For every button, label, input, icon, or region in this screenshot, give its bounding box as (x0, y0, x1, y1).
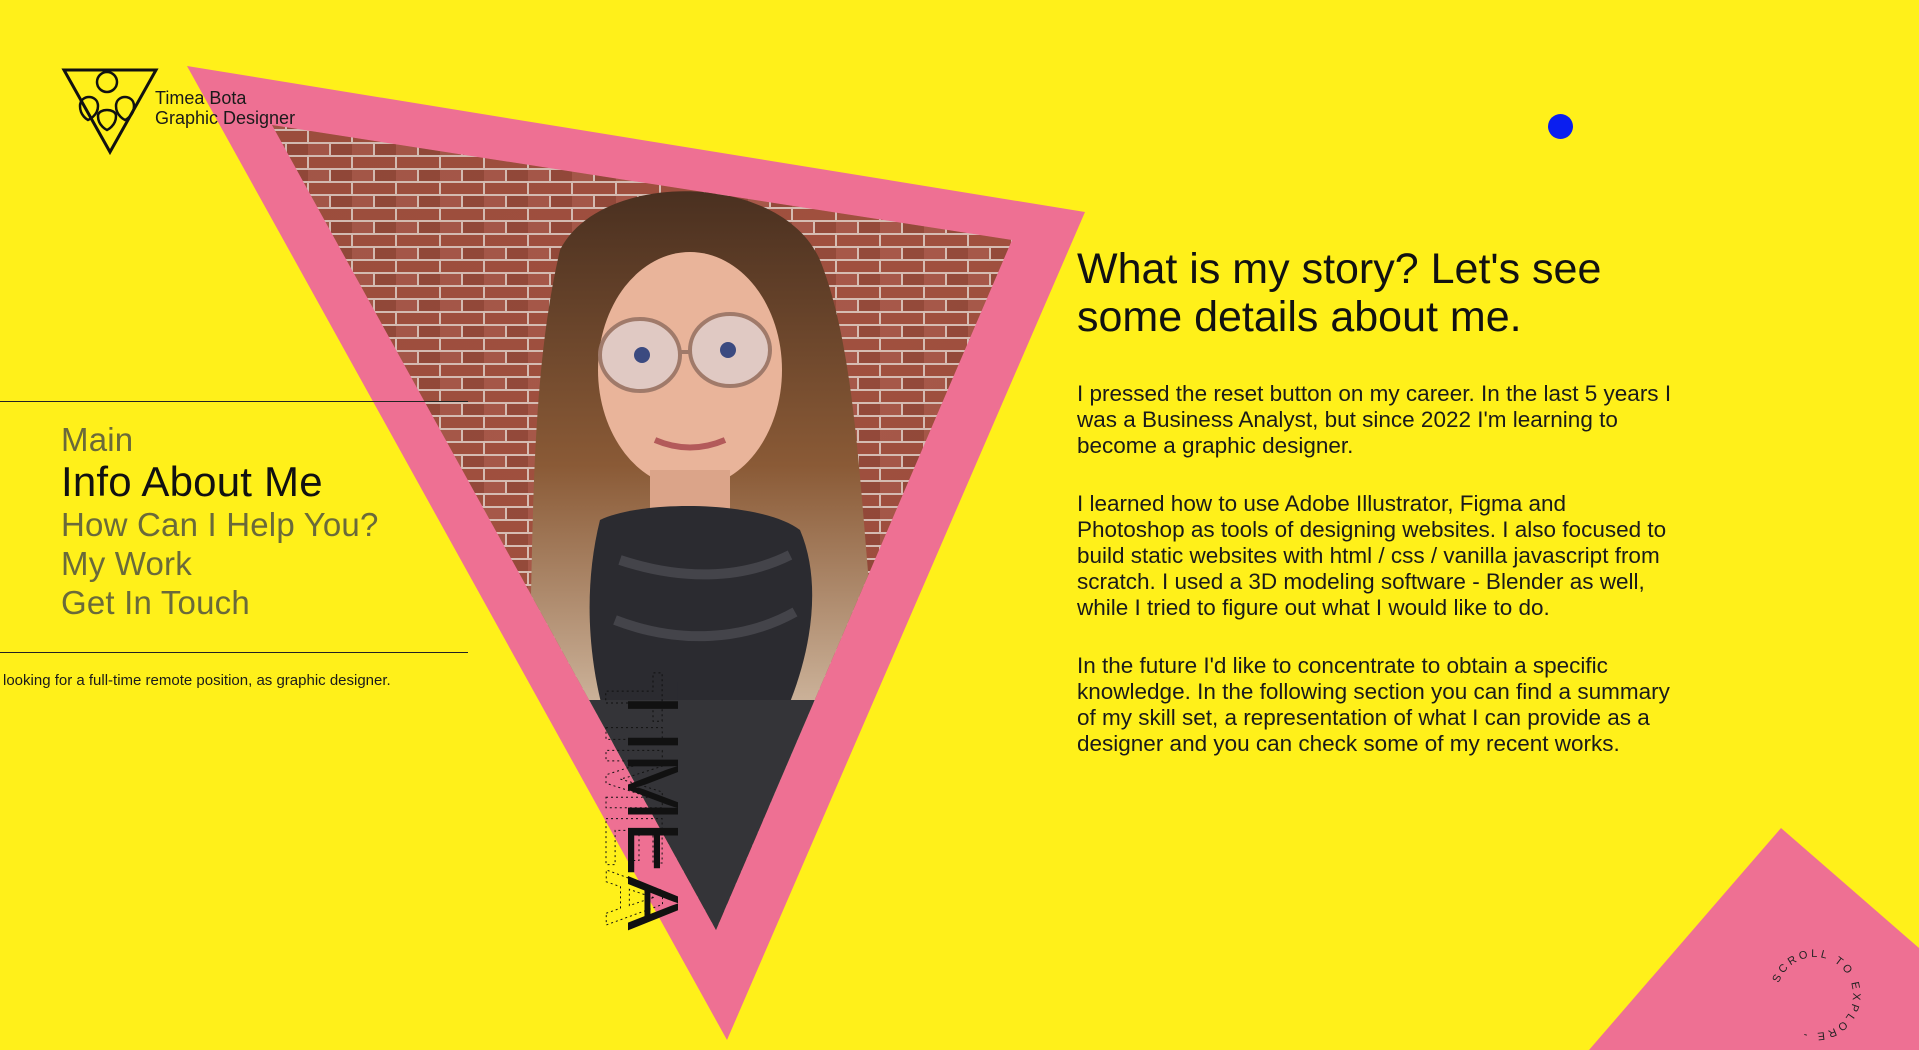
story-paragraph-2: I learned how to use Adobe Illustrator, … (1077, 491, 1667, 620)
nav-item-get-in-touch[interactable]: Get In Touch (61, 583, 481, 622)
brand-role: Graphic Designer (155, 108, 296, 128)
nav-divider-top (0, 401, 468, 402)
rotated-name: TIMEA TIMEA (468, 670, 702, 940)
nav-item-main[interactable]: Main (61, 420, 481, 459)
scroll-hint-text: SCROLL TO EXPLORE - (1770, 948, 1859, 1042)
brand: Timea Bota Graphic Designer (155, 88, 295, 128)
main-nav: Main Info About Me How Can I Help You? M… (61, 420, 481, 622)
nav-item-my-work[interactable]: My Work (61, 544, 481, 583)
story-paragraph-1: I pressed the reset button on my career.… (1077, 381, 1672, 458)
story-title: What is my story? Let's see some details… (1077, 245, 1602, 341)
svg-text:SCROLL TO EXPLORE -: SCROLL TO EXPLORE - (1770, 948, 1862, 1042)
page: Timea Bota Graphic Designer Main Info Ab… (0, 0, 1919, 1050)
story-section: What is my story? Let's see some details… (1077, 245, 1677, 789)
nav-item-info-about-me[interactable]: Info About Me (61, 459, 481, 505)
nav-divider-bottom (0, 652, 468, 653)
brand-name: Timea Bota (155, 88, 247, 108)
tagline: looking for a full-time remote position,… (3, 672, 391, 689)
nav-item-how-can-i-help[interactable]: How Can I Help You? (61, 505, 481, 544)
blue-dot-icon (1548, 114, 1573, 139)
rotated-name-solid: TIMEA (610, 680, 678, 931)
scroll-to-explore-badge[interactable]: SCROLL TO EXPLORE - (1760, 940, 1870, 1050)
triangle-hearts-logo-icon[interactable] (60, 64, 160, 156)
story-paragraph-3: In the future I'd like to concentrate to… (1077, 653, 1670, 756)
